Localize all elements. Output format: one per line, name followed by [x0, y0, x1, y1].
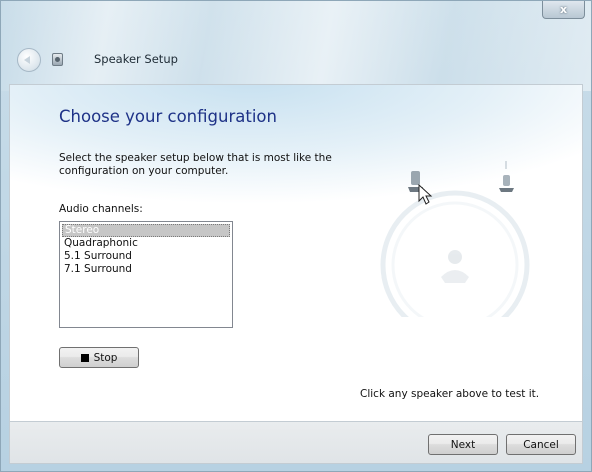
page-description: Select the speaker setup below that is m…: [59, 152, 332, 177]
speaker-setup-window: x Speaker Setup Choose your configuratio…: [0, 0, 592, 472]
audio-channels-label: Audio channels:: [59, 203, 143, 215]
audio-channels-listbox[interactable]: Stereo Quadraphonic 5.1 Surround 7.1 Sur…: [59, 221, 233, 328]
window-title: Speaker Setup: [94, 52, 178, 66]
channel-option-5-1-surround[interactable]: 5.1 Surround: [62, 250, 230, 263]
page-heading: Choose your configuration: [59, 107, 277, 126]
cancel-button[interactable]: Cancel: [506, 434, 576, 455]
back-button[interactable]: [17, 48, 41, 72]
channel-option-stereo[interactable]: Stereo: [62, 224, 230, 237]
content-pane: Choose your configuration Select the spe…: [9, 84, 583, 422]
test-speaker-hint: Click any speaker above to test it.: [360, 388, 540, 400]
close-button[interactable]: x: [542, 1, 585, 19]
next-button[interactable]: Next: [428, 434, 498, 455]
close-icon: x: [559, 3, 568, 16]
button-bar: Next Cancel: [9, 422, 583, 464]
listener-icon: [441, 250, 469, 283]
speaker-diagram: [380, 161, 530, 317]
channel-option-7-1-surround[interactable]: 7.1 Surround: [62, 263, 230, 276]
channel-option-quadraphonic[interactable]: Quadraphonic: [62, 237, 230, 250]
stop-button[interactable]: Stop: [59, 347, 139, 368]
speaker-icon-right[interactable]: [499, 161, 514, 192]
speaker-setup-icon: [52, 53, 63, 66]
title-bar: Speaker Setup: [1, 39, 591, 79]
stop-square-icon: [80, 353, 89, 362]
stop-button-label: Stop: [93, 351, 118, 364]
